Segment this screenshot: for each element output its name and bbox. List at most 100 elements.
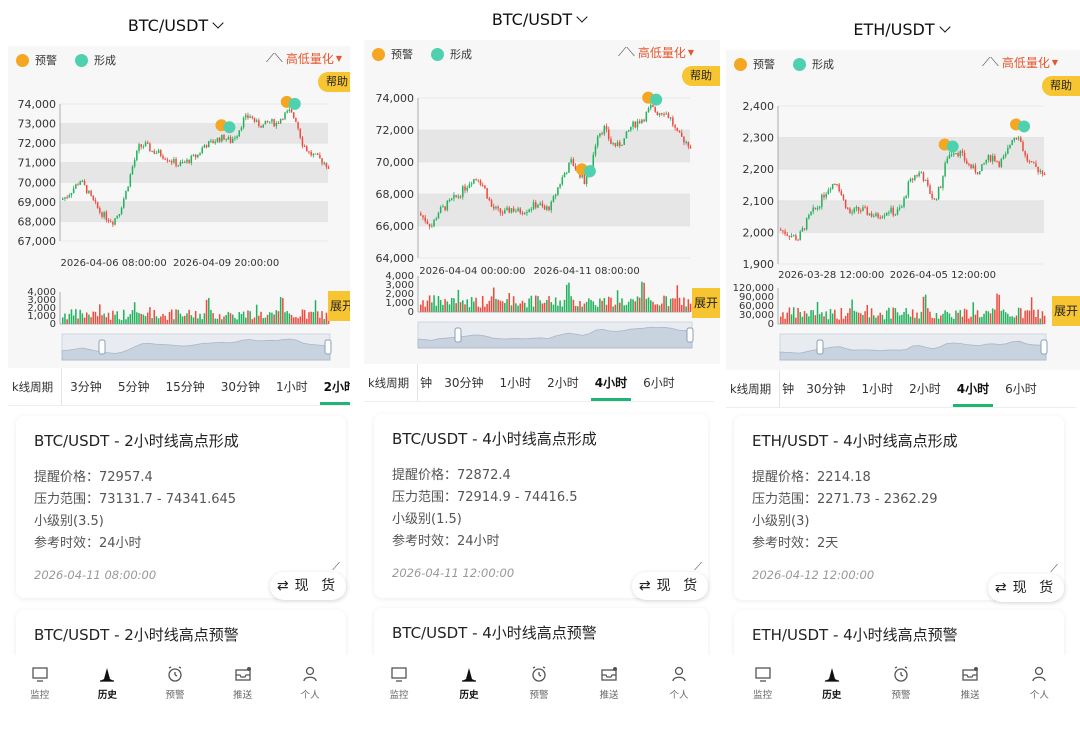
- volume-bar: [290, 314, 293, 324]
- candle-body: [107, 220, 110, 222]
- volume-bar: [83, 317, 86, 324]
- candle-body: [325, 162, 328, 167]
- candle-body: [506, 207, 508, 211]
- tab-period[interactable]: 30分钟: [798, 370, 853, 407]
- volume-bar: [946, 311, 949, 324]
- candle-body: [492, 206, 495, 209]
- volume-bar: [201, 319, 203, 324]
- tab-period[interactable]: 3分钟: [62, 368, 110, 405]
- volume-tick-label: 0: [50, 319, 56, 330]
- tab-period[interactable]: 1小时: [853, 370, 901, 407]
- candle-body: [989, 155, 992, 162]
- volume-bar: [849, 308, 851, 324]
- tab-period[interactable]: 钟: [418, 364, 436, 401]
- volume-bar: [647, 297, 650, 312]
- volume-bar: [680, 305, 683, 312]
- volume-bar: [937, 318, 940, 324]
- nav-push[interactable]: 推送: [579, 655, 639, 733]
- y-tick-label: 73,000: [18, 118, 57, 131]
- tab-period[interactable]: 1小时: [491, 364, 539, 401]
- candle-body: [288, 109, 291, 111]
- volume-bar: [133, 302, 136, 324]
- nav-profile[interactable]: 个人: [1009, 655, 1069, 733]
- volume-bar: [81, 313, 84, 324]
- grid-band: [778, 137, 1044, 170]
- spot-button[interactable]: ⇄ 现 货: [988, 574, 1064, 602]
- candle-body: [199, 152, 201, 155]
- candle-body: [840, 191, 843, 195]
- nav-alert[interactable]: 预警: [509, 655, 569, 733]
- expand-button[interactable]: 展开: [328, 291, 350, 321]
- grid-band: [60, 182, 328, 202]
- volume-bar: [488, 300, 491, 312]
- candle-body: [823, 194, 825, 198]
- volume-bar: [105, 317, 108, 324]
- pair-selector[interactable]: ETH/USDT: [722, 20, 1080, 44]
- nav-monitor[interactable]: 监控: [10, 655, 70, 733]
- tab-period[interactable]: 6小时: [635, 364, 683, 401]
- nav-history[interactable]: 历史: [439, 655, 499, 733]
- candle-body: [264, 120, 267, 125]
- candle-body: [991, 155, 994, 162]
- period-tabs: 钟 30分钟 1小时 2小时 4小时 6小时: [780, 370, 1076, 407]
- volume-bar: [808, 316, 810, 324]
- nav-monitor[interactable]: 监控: [369, 655, 429, 733]
- tab-period[interactable]: 15分钟: [157, 368, 212, 405]
- nav-history[interactable]: 历史: [802, 655, 862, 733]
- tab-period[interactable]: 30分钟: [436, 364, 491, 401]
- expand-button[interactable]: 展开: [1052, 296, 1080, 326]
- candle-body: [638, 121, 641, 123]
- tab-period[interactable]: 30分钟: [213, 368, 268, 405]
- tab-period[interactable]: 钟: [780, 370, 798, 407]
- volume-bar: [99, 304, 101, 324]
- candle-body: [821, 194, 823, 207]
- alert-card[interactable]: ETH/USDT - 4小时线高点形成 提醒价格：2214.18 压力范围：22…: [734, 416, 1064, 602]
- volume-bar: [457, 289, 460, 312]
- candle-body: [260, 126, 262, 128]
- volume-bar: [266, 314, 269, 324]
- volume-bar: [559, 300, 561, 312]
- tab-period[interactable]: 6小时: [997, 370, 1045, 407]
- alert-card[interactable]: BTC/USDT - 4小时线高点形成 提醒价格：72872.4 压力范围：72…: [374, 414, 708, 600]
- nav-alert[interactable]: 预警: [145, 655, 205, 733]
- candle-body: [292, 112, 295, 118]
- alarm-clock-icon: [532, 666, 546, 682]
- tab-period-active[interactable]: 2小时: [316, 368, 350, 405]
- tab-period-active[interactable]: 4小时: [587, 364, 635, 401]
- volume-bar: [164, 315, 166, 324]
- nav-history[interactable]: 历史: [77, 655, 137, 733]
- swap-arrows-icon: ⇄: [276, 578, 289, 594]
- nav-monitor[interactable]: 监控: [733, 655, 793, 733]
- nav-push[interactable]: 推送: [213, 655, 273, 733]
- price-row: 提醒价格：72872.4: [392, 468, 511, 483]
- candle-body: [299, 128, 302, 138]
- volume-bar: [868, 317, 871, 324]
- nav-alert[interactable]: 预警: [871, 655, 931, 733]
- volume-bar: [273, 314, 275, 324]
- tab-period-active[interactable]: 4小时: [949, 370, 997, 407]
- spot-button[interactable]: ⇄ 现 货: [632, 572, 708, 600]
- candle-body: [1041, 170, 1044, 174]
- volume-bar: [612, 306, 614, 312]
- volume-bar: [160, 316, 162, 324]
- nav-profile[interactable]: 个人: [649, 655, 709, 733]
- volume-bar: [1026, 310, 1029, 324]
- tab-period[interactable]: 5分钟: [110, 368, 158, 405]
- tab-period[interactable]: 2小时: [901, 370, 949, 407]
- tab-period[interactable]: 2小时: [539, 364, 587, 401]
- nav-profile[interactable]: 个人: [280, 655, 340, 733]
- volume-bar: [929, 311, 931, 324]
- tab-period[interactable]: 1小时: [268, 368, 316, 405]
- spot-button[interactable]: ⇄ 现 货: [270, 572, 346, 600]
- pair-selector[interactable]: BTC/USDT: [0, 16, 350, 40]
- history-chart-icon: [462, 668, 476, 682]
- volume-bar: [526, 307, 528, 312]
- pair-selector[interactable]: BTC/USDT: [358, 10, 720, 34]
- volume-bar: [464, 304, 466, 312]
- volume-bar: [179, 313, 182, 324]
- candle-body: [151, 150, 153, 152]
- nav-push[interactable]: 推送: [940, 655, 1000, 733]
- volume-bar: [279, 297, 282, 324]
- alert-card[interactable]: BTC/USDT - 2小时线高点形成 提醒价格：72957.4 压力范围：73…: [16, 416, 346, 600]
- expand-button[interactable]: 展开: [692, 288, 720, 318]
